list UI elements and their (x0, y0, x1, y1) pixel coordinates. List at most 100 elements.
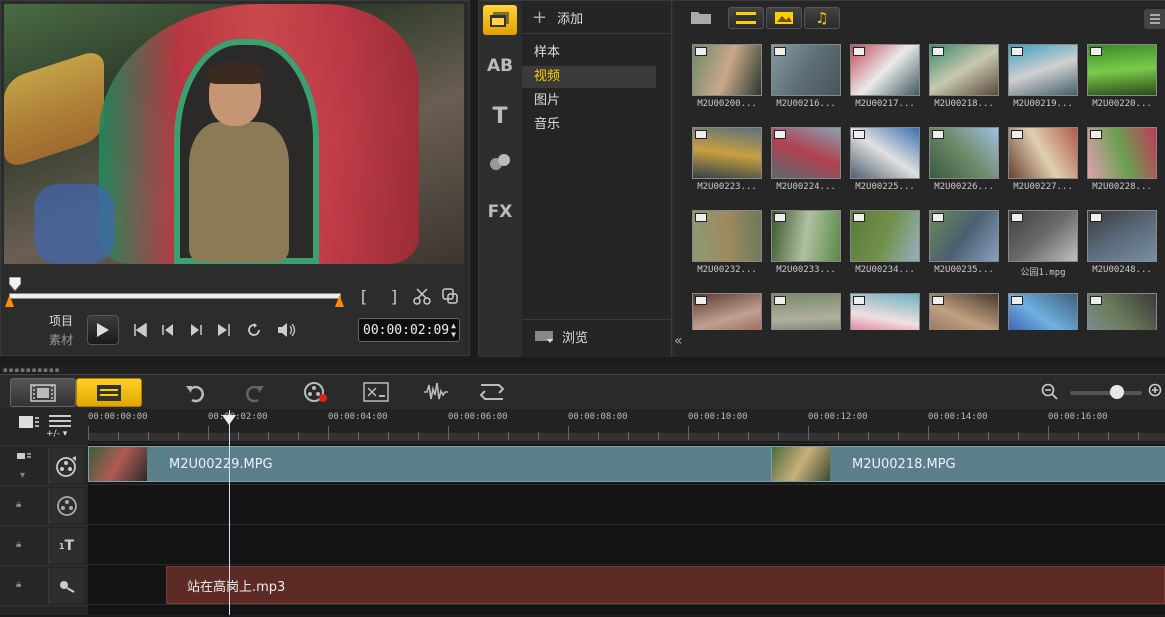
voice-track[interactable]: 站在高岗上.mp3 (88, 564, 1165, 604)
zoom-slider[interactable] (1070, 391, 1142, 395)
video-track[interactable]: M2U00229.MPG M2U00218.MPG (88, 443, 1165, 484)
collapse-library-icon[interactable]: « (674, 333, 692, 353)
media-thumbnail[interactable] (1008, 293, 1078, 330)
media-thumbnail[interactable]: M2U00226... (929, 127, 999, 192)
media-thumbnail[interactable] (929, 293, 999, 330)
filter-music-button[interactable]: ♫ (804, 7, 840, 29)
playhead-line[interactable] (229, 410, 230, 615)
media-thumbnail[interactable]: M2U00248... (1087, 210, 1157, 275)
play-button[interactable] (87, 315, 119, 345)
scrubber-handle[interactable] (9, 277, 21, 291)
nav-item-video[interactable]: 视频 (522, 66, 656, 88)
add-remove-chapter[interactable]: +/- ▾ (46, 429, 67, 439)
timeline-view-button[interactable] (76, 378, 142, 407)
media-thumbnail[interactable]: M2U00223... (692, 127, 762, 192)
mark-out-button[interactable]: ] (383, 285, 405, 307)
video-clip[interactable]: M2U00218.MPG (771, 446, 1165, 482)
zoom-out-icon[interactable] (1036, 380, 1064, 404)
scissors-icon[interactable] (411, 285, 433, 307)
undo-icon[interactable] (181, 380, 209, 404)
redo-icon[interactable] (241, 380, 269, 404)
lock-icon[interactable]: 🔒︎ (16, 539, 21, 550)
filter-icon[interactable]: FX (483, 197, 517, 227)
media-thumbnail[interactable]: M2U00232... (692, 210, 762, 275)
title-icon[interactable]: T (483, 101, 517, 131)
thumbnail-image (692, 293, 762, 330)
media-thumbnail[interactable]: M2U00218... (929, 44, 999, 109)
media-thumbnail[interactable]: M2U00228... (1087, 127, 1157, 192)
ruler-tick (1078, 432, 1079, 440)
auto-music-icon[interactable] (478, 380, 506, 404)
repeat-icon[interactable] (243, 319, 265, 341)
zoom-in-icon[interactable] (1146, 380, 1164, 404)
browse-button[interactable]: 浏览 (534, 327, 588, 346)
media-thumbnail[interactable]: M2U00225... (850, 127, 920, 192)
media-thumbnail[interactable]: M2U00234... (850, 210, 920, 275)
clip-mode-label[interactable]: 素材 (49, 331, 73, 348)
media-thumbnail[interactable] (850, 293, 920, 330)
thumbnail-caption: M2U00217... (855, 99, 915, 109)
thumbnail-caption: 公园1.mpg (1020, 268, 1066, 278)
media-thumbnail[interactable]: M2U00220... (1087, 44, 1157, 109)
media-icon[interactable] (483, 5, 517, 35)
graphics-icon[interactable] (483, 147, 517, 177)
overlay-track-header: 🔒︎ (0, 485, 88, 525)
scrubber-bar[interactable] (9, 293, 341, 299)
video-badge-icon (774, 130, 786, 139)
mark-in-button[interactable]: [ (353, 285, 375, 307)
ruler-tick (448, 426, 449, 440)
audio-waveform-icon[interactable] (422, 380, 450, 404)
enlarge-preview-icon[interactable] (439, 285, 461, 307)
timeline-ruler[interactable]: 00:00:00:00 00:00:02:00 00:00:04:00 00:00:0… (88, 409, 1165, 441)
media-thumbnail[interactable]: M2U00219... (1008, 44, 1078, 109)
next-frame-icon[interactable] (185, 319, 207, 341)
media-thumbnail[interactable] (692, 293, 762, 330)
go-to-start-icon[interactable] (129, 319, 151, 341)
ruler-tick (958, 432, 959, 440)
nav-item-samples[interactable]: 样本 (522, 42, 656, 64)
timecode-field[interactable]: 00:00:02:09 ▲ ▼ (358, 318, 460, 342)
video-badge-icon (774, 296, 786, 305)
volume-icon[interactable] (275, 319, 297, 341)
zoom-slider-handle[interactable] (1110, 385, 1124, 399)
track-manager-icon[interactable] (18, 414, 40, 434)
previous-frame-icon[interactable] (157, 319, 179, 341)
filter-photo-button[interactable] (766, 7, 802, 29)
lock-icon[interactable]: 🔒︎ (16, 499, 21, 510)
nav-item-music[interactable]: 音乐 (522, 114, 656, 136)
folder-icon[interactable] (690, 9, 712, 29)
timecode-stepper-icon[interactable]: ▲ ▼ (451, 321, 456, 339)
audio-clip[interactable]: 站在高岗上.mp3 (166, 566, 1165, 604)
ruler-tick (988, 432, 989, 440)
media-thumbnail[interactable]: 公园1.mpg (1008, 210, 1078, 278)
thumbnail-caption: M2U00232... (697, 265, 757, 275)
nav-item-photo[interactable]: 图片 (522, 90, 656, 112)
go-to-end-icon[interactable] (213, 319, 235, 341)
storyboard-view-button[interactable] (10, 378, 76, 407)
subtitle-editor-icon[interactable] (362, 380, 390, 404)
media-thumbnail[interactable]: M2U00217... (850, 44, 920, 109)
overlay-track[interactable] (88, 484, 1165, 524)
filter-video-button[interactable] (728, 7, 764, 29)
media-thumbnail[interactable]: M2U00224... (771, 127, 841, 192)
title-track[interactable] (88, 524, 1165, 564)
track-toggle-icon[interactable] (16, 452, 32, 469)
music-track[interactable] (88, 604, 1165, 615)
record-capture-icon[interactable] (302, 380, 330, 404)
media-thumbnail[interactable]: M2U00216... (771, 44, 841, 109)
media-thumbnail[interactable]: M2U00233... (771, 210, 841, 275)
transition-icon[interactable]: AB (483, 51, 517, 81)
media-thumbnail[interactable]: M2U00200... (692, 44, 762, 109)
ripple-dropdown-icon[interactable]: ▾ (20, 470, 25, 481)
add-folder-button[interactable]: + 添加 (532, 7, 583, 28)
media-thumbnail[interactable]: M2U00235... (929, 210, 999, 275)
panel-splitter[interactable]: ▪▪▪▪▪▪▪▪▪▪ (0, 364, 1165, 374)
media-thumbnail[interactable] (771, 293, 841, 330)
video-clip[interactable]: M2U00229.MPG (88, 446, 772, 482)
project-mode-label[interactable]: 项目 (49, 312, 73, 329)
list-view-icon[interactable] (1144, 9, 1165, 29)
lock-icon[interactable]: 🔒︎ (16, 579, 21, 590)
media-thumbnail[interactable] (1087, 293, 1157, 330)
music-track-header (0, 605, 88, 617)
media-thumbnail[interactable]: M2U00227... (1008, 127, 1078, 192)
